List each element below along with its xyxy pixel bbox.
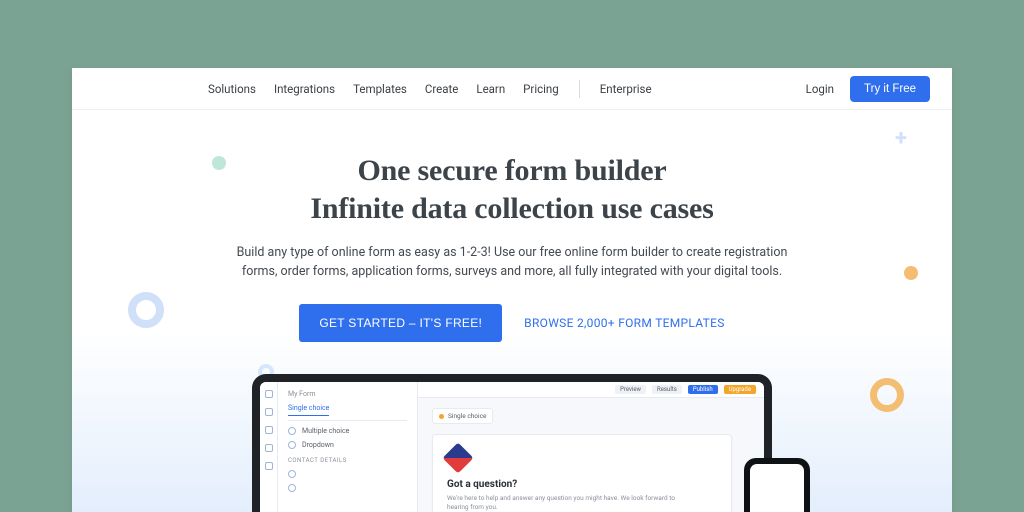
- nav-integrations[interactable]: Integrations: [274, 82, 335, 96]
- try-free-button[interactable]: Try it Free: [850, 76, 930, 102]
- mock-stage-chip: Single choice: [432, 408, 493, 424]
- mock-question-body: We're here to help and answer any questi…: [447, 494, 687, 512]
- mock-section-label: CONTACT DETAILS: [288, 457, 407, 464]
- product-mock-laptop: My Form Single choice Multiple choice Dr…: [252, 374, 772, 512]
- nav-enterprise[interactable]: Enterprise: [600, 82, 652, 96]
- rail-icon: [265, 426, 273, 434]
- hero-title-line2: Infinite data collection use cases: [310, 192, 713, 225]
- mock-contact-row: [288, 484, 407, 492]
- get-started-button[interactable]: GET STARTED – IT'S FREE!: [299, 304, 502, 342]
- cta-row: GET STARTED – IT'S FREE! BROWSE 2,000+ F…: [72, 304, 952, 342]
- rail-icon: [265, 390, 273, 398]
- nav-right: Login Try it Free: [806, 76, 930, 102]
- product-mock-phone-screen: [750, 464, 804, 512]
- mock-right-panel: Preview Results Publish Upgrade Single c…: [418, 382, 764, 512]
- hero: One secure form builder Infinite data co…: [72, 110, 952, 342]
- top-nav: Solutions Integrations Templates Create …: [72, 68, 952, 110]
- nav-learn[interactable]: Learn: [476, 82, 505, 96]
- mock-question-card: Got a question? We're here to help and a…: [432, 434, 732, 512]
- mock-chip-preview: Preview: [615, 385, 646, 394]
- nav-solutions[interactable]: Solutions: [208, 82, 256, 96]
- nav-pricing[interactable]: Pricing: [523, 82, 559, 96]
- mock-stage-chip-label: Single choice: [448, 412, 486, 420]
- login-link[interactable]: Login: [806, 82, 834, 96]
- mock-chip-upgrade: Upgrade: [724, 385, 756, 394]
- hero-title: One secure form builder Infinite data co…: [72, 152, 952, 227]
- browse-templates-link[interactable]: BROWSE 2,000+ FORM TEMPLATES: [524, 316, 725, 330]
- page-card: Solutions Integrations Templates Create …: [72, 68, 952, 512]
- mock-rail: [260, 382, 278, 512]
- mock-left-panel: My Form Single choice Multiple choice Dr…: [278, 382, 418, 512]
- hero-subtitle: Build any type of online form as easy as…: [232, 243, 792, 282]
- mock-question-heading: Got a question?: [447, 479, 717, 490]
- rail-icon: [265, 462, 273, 470]
- mock-topbar: Preview Results Publish Upgrade: [418, 382, 764, 398]
- mock-option-dropdown-label: Dropdown: [302, 441, 334, 449]
- nav-templates[interactable]: Templates: [353, 82, 407, 96]
- rail-icon: [265, 408, 273, 416]
- nav-left: Solutions Integrations Templates Create …: [208, 80, 652, 98]
- dot-icon: [439, 414, 444, 419]
- mock-stage: Single choice Got a question? We're here…: [418, 398, 764, 512]
- mock-tab-row: Single choice: [288, 404, 407, 421]
- mock-contact-row: [288, 470, 407, 478]
- mock-chip-publish: Publish: [688, 385, 718, 394]
- mock-option-multiple-label: Multiple choice: [302, 427, 349, 435]
- nav-separator: [579, 80, 580, 98]
- mock-option-multiple: Multiple choice: [288, 427, 407, 435]
- nav-create[interactable]: Create: [425, 82, 459, 96]
- hero-title-line1: One secure form builder: [358, 154, 667, 187]
- rail-icon: [265, 444, 273, 452]
- mock-tab-single-choice: Single choice: [288, 404, 329, 416]
- mock-chip-results: Results: [652, 385, 682, 394]
- product-mock-phone: [744, 458, 810, 512]
- mock-form-title: My Form: [288, 390, 407, 398]
- mock-option-dropdown: Dropdown: [288, 441, 407, 449]
- diamond-icon: [442, 442, 473, 473]
- product-mock-screen: My Form Single choice Multiple choice Dr…: [260, 382, 764, 512]
